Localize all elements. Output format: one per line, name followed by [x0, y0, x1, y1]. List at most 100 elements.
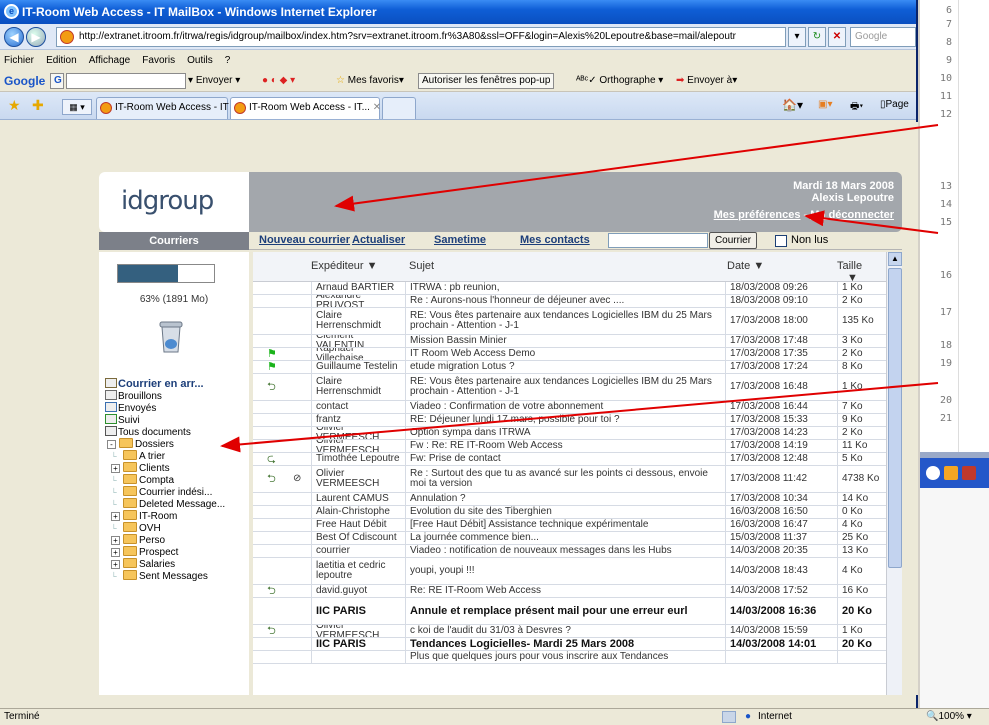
- new-tab[interactable]: [382, 97, 416, 119]
- col-from[interactable]: Expéditeur ▼: [311, 260, 378, 272]
- folder-item[interactable]: + Salaries: [105, 558, 249, 570]
- logout-link[interactable]: Me déconnecter: [810, 209, 894, 221]
- table-row[interactable]: Best Of Cdiscount La journée commence bie…: [253, 532, 886, 545]
- table-row[interactable]: IIC PARIS Annule et remplace présent mail…: [253, 598, 886, 625]
- expand-icon[interactable]: +: [111, 560, 120, 569]
- feeds-icon[interactable]: ▣▾: [818, 99, 832, 110]
- unread-checkbox[interactable]: [775, 235, 787, 247]
- favorites-button[interactable]: ☆ Mes favoris▾: [336, 70, 404, 92]
- folder-item[interactable]: Brouillons: [105, 390, 249, 402]
- menu-affichage[interactable]: Affichage: [89, 55, 131, 66]
- folder-item[interactable]: + Perso: [105, 534, 249, 546]
- mail-search-button[interactable]: Courrier: [709, 232, 757, 249]
- list-scrollbar[interactable]: ▲: [886, 252, 902, 695]
- table-row[interactable]: Olivier VERMEESCH Fw : Re: RE IT-Room Web…: [253, 440, 886, 453]
- table-row[interactable]: ⚑ Guillaume Testelin etude migration Lotus…: [253, 361, 886, 374]
- protected-mode-icon[interactable]: [722, 711, 736, 723]
- favorites-star-icon[interactable]: ★: [8, 97, 21, 114]
- address-dropdown-icon[interactable]: ▾: [788, 27, 806, 47]
- menu-edition[interactable]: Edition: [46, 55, 77, 66]
- tray-clock-icon[interactable]: [944, 466, 958, 480]
- expand-icon[interactable]: +: [111, 464, 120, 473]
- popup-button[interactable]: Autoriser les fenêtres pop-up: [418, 73, 555, 89]
- table-row[interactable]: ⮌ david.guyot Re: RE IT-Room Web Access 14/…: [253, 585, 886, 598]
- folder-item[interactable]: Tous documents: [105, 426, 249, 438]
- menu-help[interactable]: ?: [225, 55, 231, 66]
- add-favorite-icon[interactable]: ✚: [32, 97, 44, 114]
- google-g-button[interactable]: G: [50, 73, 64, 89]
- menu-favoris[interactable]: Favoris: [142, 55, 175, 66]
- table-row[interactable]: frantz RE: Déjeuner lundi 17 mars, possib…: [253, 414, 886, 427]
- folder-item[interactable]: Envoyés: [105, 402, 249, 414]
- table-row[interactable]: Alain-Christophe Evolution du site des Ti…: [253, 506, 886, 519]
- menu-fichier[interactable]: Fichier: [4, 55, 34, 66]
- expand-icon[interactable]: +: [111, 536, 120, 545]
- send-to-button[interactable]: ➡ Envoyer à▾: [676, 70, 737, 92]
- quick-tabs-icon[interactable]: ▦ ▾: [62, 99, 92, 115]
- folder-item[interactable]: └ Compta: [105, 474, 249, 486]
- address-field[interactable]: http://extranet.itroom.fr/itrwa/regis/id…: [56, 27, 786, 47]
- table-row[interactable]: ⮌ Claire Herrenschmidt RE: Vous êtes parte…: [253, 374, 886, 401]
- print-icon[interactable]: 🖶▾: [850, 99, 863, 116]
- table-row[interactable]: Laurent CAMUS Annulation ? 17/03/2008 10:3…: [253, 493, 886, 506]
- table-row[interactable]: laetitia et cedric lepoutre youpi, youpi …: [253, 558, 886, 585]
- folder-item[interactable]: Suivi: [105, 414, 249, 426]
- google-search-field[interactable]: [66, 73, 186, 89]
- folder-item[interactable]: - Dossiers: [105, 438, 249, 450]
- tab-it-cal[interactable]: IT-Room Web Access - IT Cal...: [96, 97, 255, 119]
- table-row[interactable]: ⮌ Olivier VERMEESCH c koi de l'audit du 31…: [253, 625, 886, 638]
- scroll-up-icon[interactable]: ▲: [888, 252, 902, 266]
- tray-grid-icon[interactable]: [962, 466, 976, 480]
- sametime-link[interactable]: Sametime: [434, 234, 486, 246]
- table-row[interactable]: contact Viadeo : Confirmation de votre ab…: [253, 401, 886, 414]
- tab-close-icon[interactable]: ✕: [373, 102, 381, 113]
- table-row[interactable]: Clement VALENTIN Mission Bassin Minier 17/…: [253, 335, 886, 348]
- spellcheck-button[interactable]: ᴬᴮᶜ✓ Orthographe ▾: [576, 70, 663, 92]
- expand-icon[interactable]: +: [111, 512, 120, 521]
- col-date[interactable]: Date ▼: [727, 260, 764, 272]
- home-icon[interactable]: 🏠▾: [782, 98, 803, 112]
- preferences-link[interactable]: Mes préférences: [714, 209, 801, 221]
- google-tools-icon[interactable]: ● ◐ ◆ ▾: [262, 70, 295, 92]
- forward-icon[interactable]: ▶: [26, 27, 46, 47]
- back-icon[interactable]: ◀: [4, 27, 24, 47]
- mail-search-input[interactable]: [608, 233, 708, 248]
- table-row[interactable]: IIC PARIS Tendances Logicielles- Mardi 25…: [253, 638, 886, 651]
- table-row[interactable]: ⮎ Timothée Lepoutre Fw: Prise de contact 17…: [253, 453, 886, 466]
- col-size[interactable]: Taille ▼: [837, 260, 862, 284]
- collapse-icon[interactable]: -: [107, 440, 116, 449]
- folder-item[interactable]: └ A trier: [105, 450, 249, 462]
- folder-item[interactable]: + Prospect: [105, 546, 249, 558]
- stop-icon[interactable]: ✕: [828, 27, 846, 47]
- zoom-control[interactable]: 🔍100% ▾: [926, 709, 972, 725]
- table-row[interactable]: ⚑ Raphaël Villechaise IT Room Web Access D…: [253, 348, 886, 361]
- col-subject[interactable]: Sujet: [409, 260, 434, 272]
- folder-item[interactable]: + Clients: [105, 462, 249, 474]
- table-row[interactable]: Free Haut Débit [Free Haut Débit] Assista…: [253, 519, 886, 532]
- table-row[interactable]: courrier Viadeo : notification de nouveau…: [253, 545, 886, 558]
- table-row[interactable]: Alexandre PRUVOST Re : Aurons-nous l'honn…: [253, 295, 886, 308]
- google-search-go[interactable]: ▾ Envoyer ▾: [188, 70, 240, 92]
- table-row[interactable]: ⮌ ⊘ Olivier VERMEESCH Re : Surtout des que …: [253, 466, 886, 493]
- refresh-icon[interactable]: ↻: [808, 27, 826, 47]
- new-mail-link[interactable]: Nouveau courrier: [259, 234, 350, 246]
- scroll-thumb[interactable]: [888, 268, 902, 568]
- contacts-link[interactable]: Mes contacts: [520, 234, 590, 246]
- refresh-link[interactable]: Actualiser: [352, 234, 405, 246]
- folder-item[interactable]: └ Courrier indési...: [105, 486, 249, 498]
- folder-item[interactable]: + IT-Room: [105, 510, 249, 522]
- table-row[interactable]: Plus que quelques jours pour vous inscri…: [253, 651, 886, 664]
- menu-outils[interactable]: Outils: [187, 55, 213, 66]
- page-menu[interactable]: ▯Page: [880, 99, 909, 110]
- trash-icon[interactable]: [157, 318, 185, 354]
- table-row[interactable]: Olivier VERMEESCH Option sympa dans ITRWA…: [253, 427, 886, 440]
- search-box[interactable]: Google: [850, 27, 916, 47]
- tab-it-mailbox[interactable]: IT-Room Web Access - IT... ✕: [230, 97, 381, 119]
- table-row[interactable]: Claire Herrenschmidt RE: Vous êtes parten…: [253, 308, 886, 335]
- folder-item[interactable]: └ Deleted Message...: [105, 498, 249, 510]
- folder-item[interactable]: Courrier en arr...: [105, 378, 249, 390]
- folder-item[interactable]: └ OVH: [105, 522, 249, 534]
- table-row[interactable]: Arnaud BARTIER ITRWA : pb reunion, 18/03/2…: [253, 282, 886, 295]
- tray-app-icon[interactable]: [926, 466, 940, 480]
- expand-icon[interactable]: +: [111, 548, 120, 557]
